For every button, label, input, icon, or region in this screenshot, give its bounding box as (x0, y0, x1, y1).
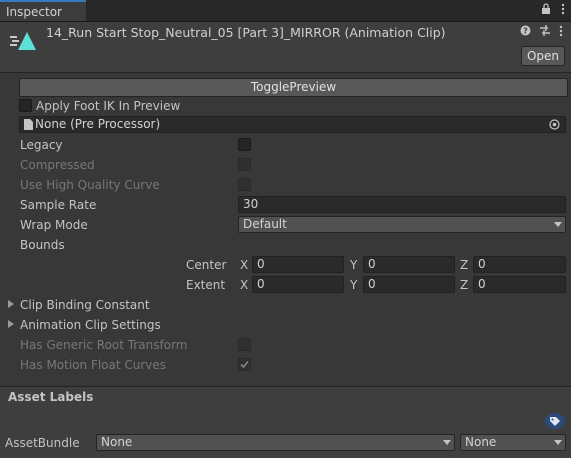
wrap-mode-value: Default (243, 217, 287, 231)
lock-icon[interactable] (541, 3, 551, 18)
center-label: Center (186, 258, 227, 272)
apply-foot-ik-label: Apply Foot IK In Preview (36, 99, 181, 113)
center-z-input[interactable]: 0 (473, 256, 566, 273)
clip-binding-constant-foldout[interactable]: Clip Binding Constant (20, 298, 150, 312)
compressed-checkbox (238, 158, 251, 171)
apply-foot-ik-checkbox[interactable] (19, 99, 32, 112)
more-vert-icon[interactable] (559, 25, 563, 40)
preprocessor-field[interactable]: None (Pre Processor) (19, 116, 566, 133)
animation-clip-settings-foldout[interactable]: Animation Clip Settings (20, 318, 161, 332)
animation-clip-icon (10, 30, 38, 55)
center-y-label: Y (350, 258, 358, 272)
generic-root-label: Has Generic Root Transform (20, 338, 188, 352)
foldout-arrow-icon[interactable] (8, 300, 14, 308)
chevron-down-icon (554, 440, 562, 445)
inspector-header: 14_Run Start Stop_Neutral_05 [Part 3]_MI… (0, 22, 571, 73)
wrap-mode-label: Wrap Mode (20, 218, 88, 232)
chevron-down-icon (554, 222, 562, 227)
center-y-input[interactable]: 0 (363, 256, 455, 273)
extent-label: Extent (186, 278, 226, 292)
extent-x-label: X (240, 278, 249, 292)
preprocessor-value: None (Pre Processor) (35, 117, 161, 131)
asset-variant-dropdown[interactable]: None (460, 434, 566, 451)
generic-root-checkbox (238, 338, 251, 351)
tab-controls (541, 3, 565, 18)
file-icon (24, 119, 33, 134)
asset-labels-header[interactable]: Asset Labels (0, 386, 571, 409)
asset-title: 14_Run Start Stop_Neutral_05 [Part 3]_MI… (46, 25, 446, 40)
extent-y-label: Y (350, 278, 358, 292)
asset-bundle-dropdown[interactable]: None (96, 434, 455, 451)
more-vert-icon[interactable] (561, 3, 565, 18)
tab-bar: Inspector (0, 0, 571, 22)
check-icon (240, 361, 249, 369)
sample-rate-input[interactable]: 30 (238, 196, 566, 213)
asset-bundle-area: AssetBundle None None (0, 408, 571, 458)
legacy-label: Legacy (20, 138, 63, 152)
center-z-label: Z (460, 258, 469, 272)
high-quality-curve-label: Use High Quality Curve (20, 178, 160, 192)
asset-variant-value: None (465, 435, 497, 449)
extent-z-input[interactable]: 0 (473, 276, 566, 293)
help-icon[interactable]: ? (520, 25, 531, 40)
tab-label: Inspector (6, 4, 62, 19)
legacy-checkbox[interactable] (238, 138, 251, 151)
asset-labels-title: Asset Labels (8, 390, 94, 404)
label-tag-icon[interactable] (544, 412, 566, 433)
open-button[interactable]: Open (521, 46, 565, 66)
extent-y-input[interactable]: 0 (363, 276, 455, 293)
asset-bundle-value: None (101, 435, 133, 449)
foldout-arrow-icon[interactable] (8, 320, 14, 328)
svg-text:?: ? (523, 27, 528, 36)
bounds-label: Bounds (20, 238, 65, 252)
compressed-label: Compressed (20, 158, 95, 172)
tab-inspector[interactable]: Inspector (0, 0, 86, 21)
preset-icon[interactable] (539, 25, 551, 40)
chevron-down-icon (443, 440, 451, 445)
wrap-mode-dropdown[interactable]: Default (238, 216, 566, 233)
toggle-preview-button[interactable]: TogglePreview (19, 78, 568, 97)
extent-x-input[interactable]: 0 (252, 276, 344, 293)
header-controls: ? (520, 25, 563, 40)
sample-rate-label: Sample Rate (20, 198, 97, 212)
center-x-input[interactable]: 0 (252, 256, 344, 273)
motion-float-label: Has Motion Float Curves (20, 358, 167, 372)
motion-float-checkbox (238, 358, 251, 371)
extent-z-label: Z (460, 278, 469, 292)
high-quality-curve-checkbox (238, 178, 251, 191)
object-picker-icon[interactable] (549, 119, 560, 134)
asset-bundle-label: AssetBundle (5, 436, 80, 450)
center-x-label: X (240, 258, 249, 272)
